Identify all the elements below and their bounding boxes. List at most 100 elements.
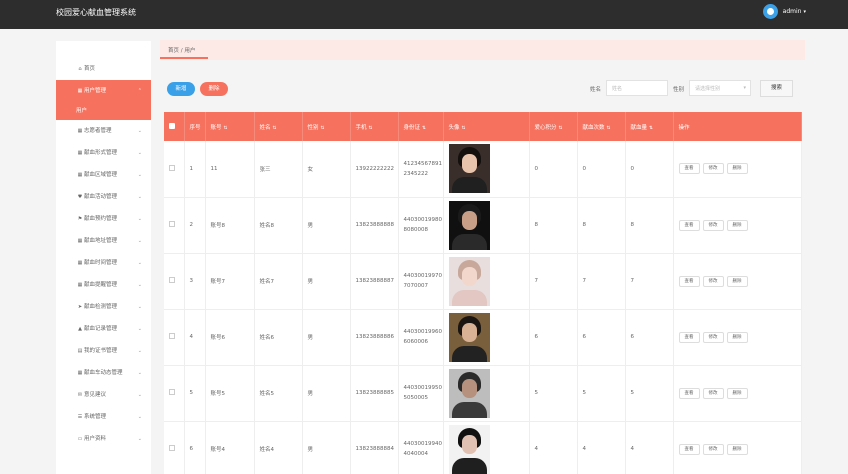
chevron-icon[interactable]: ⌄: [138, 340, 142, 362]
chevron-icon[interactable]: ⌄: [138, 230, 142, 252]
view-button[interactable]: 查看: [678, 387, 700, 399]
user-avatar-icon[interactable]: [762, 4, 778, 19]
row-checkbox[interactable]: [169, 389, 175, 395]
sidebar-item-blood-reminder-management[interactable]: ▦ 献血提醒管理 ⌄: [56, 274, 151, 296]
sidebar-item-home[interactable]: ⌂ 首页: [56, 58, 151, 80]
edit-button[interactable]: 修改: [702, 275, 724, 287]
col-donations[interactable]: 献血次数 ⇅: [577, 112, 626, 141]
sidebar-item-user-profile[interactable]: ▭ 用户资料 ⌄: [56, 428, 151, 450]
sidebar-item-blood-vehicle-management[interactable]: ▦ 献血车动态管理 ⌄: [56, 362, 151, 384]
sort-icon[interactable]: ⇅: [649, 126, 653, 131]
chevron-icon[interactable]: ⌄: [138, 406, 142, 428]
user-photo[interactable]: [448, 312, 490, 362]
chevron-icon[interactable]: ⌄: [138, 384, 142, 406]
view-button[interactable]: 查看: [678, 443, 700, 455]
user-photo[interactable]: [448, 368, 490, 418]
sort-icon[interactable]: ⇅: [607, 126, 611, 131]
chevron-icon[interactable]: ⌄: [138, 252, 142, 274]
name-filter-input[interactable]: 姓名: [606, 80, 668, 96]
sidebar-item-blood-location-management[interactable]: ▦ 献血地址管理 ⌄: [56, 230, 151, 252]
edit-button[interactable]: 修改: [702, 331, 724, 343]
view-button[interactable]: 查看: [678, 331, 700, 343]
chevron-icon[interactable]: ⌄: [138, 208, 142, 230]
sidebar-subitem-user[interactable]: 用户: [56, 102, 151, 120]
gender-filter-select[interactable]: 请选择性别 ▾: [689, 80, 751, 96]
sort-icon[interactable]: ⇅: [422, 126, 426, 131]
chevron-icon[interactable]: ⌄: [138, 274, 142, 296]
user-photo[interactable]: [448, 200, 490, 250]
edit-button[interactable]: 修改: [702, 443, 724, 455]
add-button[interactable]: 新增: [167, 82, 195, 96]
select-all-header[interactable]: [164, 112, 185, 141]
chevron-icon[interactable]: ⌄: [138, 142, 142, 164]
col-phone[interactable]: 手机 ⇅: [350, 112, 399, 141]
row-checkbox[interactable]: [169, 164, 175, 171]
row-delete-button[interactable]: 删除: [726, 387, 748, 399]
row-checkbox[interactable]: [169, 333, 175, 339]
row-delete-button[interactable]: 删除: [726, 331, 748, 343]
col-idcard[interactable]: 身份证 ⇅: [398, 112, 444, 141]
chevron-icon[interactable]: ⌄: [138, 318, 142, 340]
chevron-icon[interactable]: ⌄: [138, 428, 142, 450]
caret-down-icon[interactable]: ▾: [803, 9, 806, 15]
chevron-icon[interactable]: ⌄: [138, 296, 142, 318]
col-photo[interactable]: 头像 ⇅: [443, 112, 530, 141]
sidebar-item-blood-type-management[interactable]: ▦ 献血形式管理 ⌄: [56, 142, 151, 164]
row-checkbox[interactable]: [169, 221, 175, 227]
sidebar-item-blood-activity-management[interactable]: ♥ 献血活动管理 ⌄: [56, 186, 151, 208]
row-delete-button[interactable]: 删除: [726, 219, 748, 231]
user-photo[interactable]: [448, 144, 490, 194]
chevron-icon[interactable]: ⌄: [138, 120, 142, 142]
select-all-checkbox[interactable]: [169, 122, 175, 129]
sort-icon[interactable]: ⇅: [462, 126, 466, 131]
row-select-cell[interactable]: [164, 365, 185, 422]
username[interactable]: admin: [783, 8, 802, 15]
search-button[interactable]: 搜索: [760, 80, 793, 97]
col-points[interactable]: 爱心积分 ⇅: [529, 112, 578, 141]
sort-icon[interactable]: ⇅: [559, 126, 563, 131]
sidebar-item-blood-area-management[interactable]: ▦ 献血区域管理 ⌄: [56, 164, 151, 186]
col-account[interactable]: 账号 ⇅: [205, 112, 255, 141]
sort-icon[interactable]: ⇅: [369, 126, 373, 131]
chevron-icon[interactable]: ⌄: [138, 164, 142, 186]
chevron-icon[interactable]: ⌃: [138, 80, 142, 102]
view-button[interactable]: 查看: [678, 275, 700, 287]
view-button[interactable]: 查看: [678, 219, 700, 231]
sort-icon[interactable]: ⇅: [224, 126, 228, 131]
user-photo[interactable]: [448, 256, 490, 306]
row-select-cell[interactable]: [164, 253, 185, 310]
sidebar-item-system-management[interactable]: ☰ 系统管理 ⌄: [56, 406, 151, 428]
user-photo[interactable]: [448, 424, 490, 474]
sidebar-item-blood-time-management[interactable]: ▦ 献血时间管理 ⌄: [56, 252, 151, 274]
sidebar-item-volunteer-management[interactable]: ▦ 志愿者管理 ⌄: [56, 120, 151, 142]
sidebar-item-blood-record-management[interactable]: ▲ 献血记录管理 ⌄: [56, 318, 151, 340]
delete-button[interactable]: 删除: [200, 82, 228, 96]
row-select-cell[interactable]: [164, 197, 185, 254]
edit-button[interactable]: 修改: [702, 219, 724, 231]
row-delete-button[interactable]: 删除: [726, 275, 748, 287]
edit-button[interactable]: 修改: [702, 387, 724, 399]
user-menu[interactable]: admin ▾: [762, 4, 806, 19]
sort-icon[interactable]: ⇅: [273, 126, 277, 131]
row-select-cell[interactable]: [164, 421, 185, 474]
sidebar-item-blood-test-management[interactable]: ➤ 献血检测管理 ⌄: [56, 296, 151, 318]
edit-button[interactable]: 修改: [702, 163, 724, 175]
row-delete-button[interactable]: 删除: [726, 163, 748, 175]
sidebar-item-user-management[interactable]: ▦ 用户管理 ⌃: [56, 80, 151, 102]
sidebar-item-feedback[interactable]: ✉ 意见建议 ⌄: [56, 384, 151, 406]
row-checkbox[interactable]: [169, 445, 175, 451]
col-volume[interactable]: 献血量 ⇅: [625, 112, 674, 141]
view-button[interactable]: 查看: [678, 163, 700, 175]
chevron-icon[interactable]: ⌄: [138, 362, 142, 384]
chevron-icon[interactable]: ⌄: [138, 186, 142, 208]
breadcrumb-text[interactable]: 首页 / 用户: [168, 46, 195, 54]
col-gender[interactable]: 性别 ⇅: [302, 112, 351, 141]
row-checkbox[interactable]: [169, 277, 175, 283]
row-select-cell[interactable]: [164, 309, 185, 366]
row-select-cell[interactable]: [164, 141, 185, 198]
row-delete-button[interactable]: 删除: [726, 443, 748, 455]
sort-icon[interactable]: ⇅: [321, 126, 325, 131]
sidebar-item-blood-appointment-management[interactable]: ⚑ 献血预约管理 ⌄: [56, 208, 151, 230]
col-name[interactable]: 姓名 ⇅: [254, 112, 303, 141]
sidebar-item-my-certificate-management[interactable]: ▤ 我的证书管理 ⌄: [56, 340, 151, 362]
